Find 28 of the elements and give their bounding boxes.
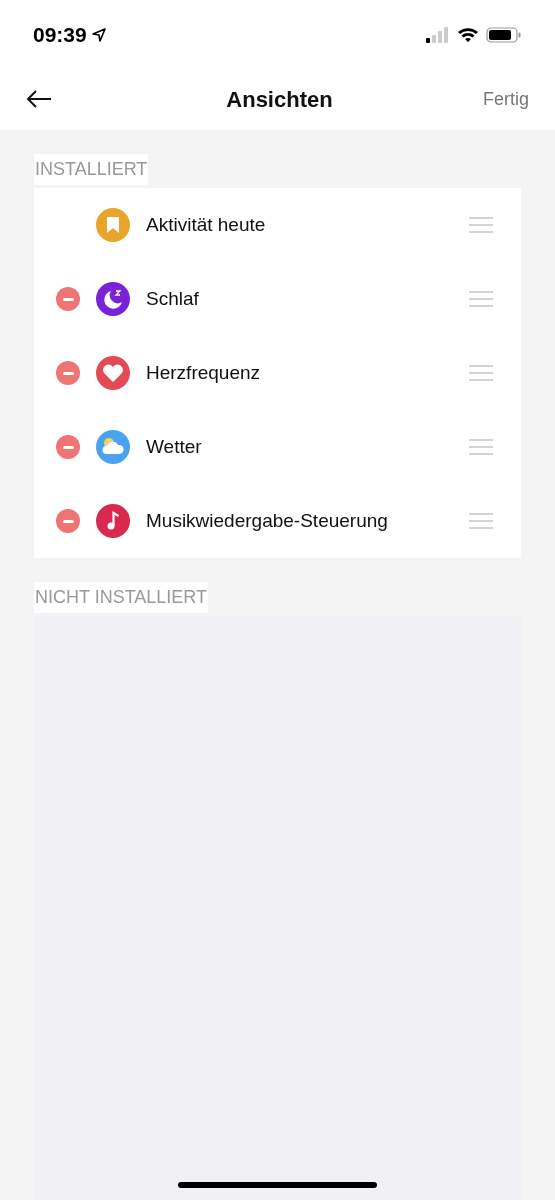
done-button[interactable]: Fertig <box>483 85 529 113</box>
drag-handle-icon[interactable] <box>469 364 493 382</box>
remove-button[interactable] <box>56 361 80 385</box>
drag-handle-icon[interactable] <box>469 438 493 456</box>
back-arrow-icon <box>26 89 52 109</box>
remove-button[interactable] <box>56 509 80 533</box>
drag-handle-icon[interactable] <box>469 290 493 308</box>
page-title: Ansichten <box>226 85 333 114</box>
section-header: NICHT INSTALLIERT <box>34 582 209 613</box>
wifi-icon <box>457 27 479 43</box>
view-label: Schlaf <box>146 286 200 311</box>
bookmark-icon <box>96 208 130 242</box>
view-label: Wetter <box>146 434 203 459</box>
drag-handle-icon[interactable] <box>469 216 493 234</box>
status-time: 09:39 <box>33 22 87 49</box>
section-header: INSTALLIERT <box>34 154 149 185</box>
music-note-icon <box>96 504 130 538</box>
moon-icon <box>96 282 130 316</box>
battery-icon <box>486 27 522 43</box>
cloud-icon <box>96 430 130 464</box>
view-label: Herzfrequenz <box>146 360 262 385</box>
drag-handle-icon[interactable] <box>469 512 493 530</box>
location-arrow-icon <box>90 27 107 43</box>
signal-icon <box>426 27 450 43</box>
view-label: Musikwiedergabe-Steuerung <box>146 508 389 533</box>
remove-button[interactable] <box>56 287 80 311</box>
view-label: Aktivität heute <box>146 212 267 237</box>
remove-button[interactable] <box>56 435 80 459</box>
